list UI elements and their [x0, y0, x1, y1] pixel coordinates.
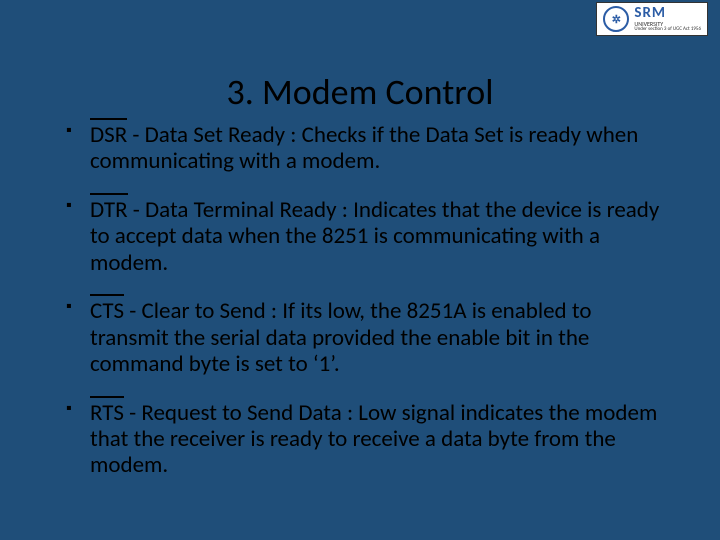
signal-desc: - Clear to Send : If its low, the 8251A …: [90, 297, 591, 378]
logo-emblem-icon: ✲: [603, 6, 629, 32]
logo-text: SRM UNIVERSITY Under section 3 of UGC Ac…: [634, 6, 701, 32]
logo-main: SRM: [634, 6, 701, 21]
signal-desc: - Request to Send Data : Low signal indi…: [90, 399, 657, 480]
signal-name: DSR: [90, 121, 127, 149]
signal-desc: - Data Terminal Ready : Indicates that t…: [90, 196, 659, 277]
university-logo: ✲ SRM UNIVERSITY Under section 3 of UGC …: [596, 2, 708, 36]
list-item: CTS - Clear to Send : If its low, the 82…: [60, 298, 670, 377]
list-item: DTR - Data Terminal Ready : Indicates th…: [60, 197, 670, 276]
bullet-list: DSR - Data Set Ready : Checks if the Dat…: [60, 122, 670, 479]
signal-desc: - Data Set Ready : Checks if the Data Se…: [90, 121, 638, 175]
list-item: DSR - Data Set Ready : Checks if the Dat…: [60, 122, 670, 175]
slide-body: DSR - Data Set Ready : Checks if the Dat…: [60, 122, 670, 501]
signal-name: RTS: [90, 399, 124, 427]
slide-title: 3. Modem Control: [0, 70, 720, 114]
signal-name: DTR: [90, 196, 128, 224]
logo-tagline: Under section 3 of UGC Act 1956: [634, 27, 701, 32]
list-item: RTS - Request to Send Data : Low signal …: [60, 400, 670, 479]
signal-name: CTS: [90, 297, 124, 325]
slide: ✲ SRM UNIVERSITY Under section 3 of UGC …: [0, 0, 720, 540]
